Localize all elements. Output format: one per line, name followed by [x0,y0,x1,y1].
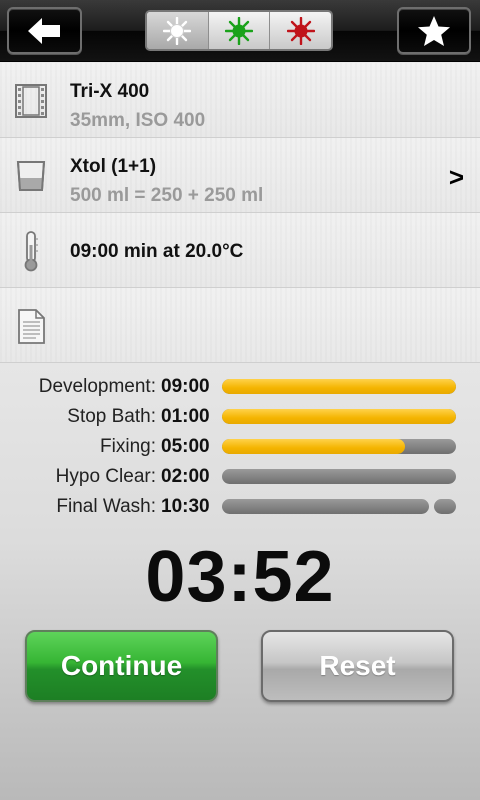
step-time: 05:00 [161,436,210,457]
step-progress-bar [222,469,456,484]
step-time: 10:30 [161,496,210,517]
thermometer-icon [24,231,38,272]
step-name: Final Wash: [56,496,156,517]
safelight-white-button[interactable] [147,12,209,49]
countdown-timer: 03:52 [145,537,335,617]
step-name: Fixing: [100,436,156,457]
step-final-wash: Final Wash: 10:30 [0,492,480,522]
safelight-red-button[interactable] [270,12,331,49]
recipe-details: Tri-X 400 35mm, ISO 400 Xtol (1+1) 500 m… [0,63,480,363]
step-progress-fill [222,379,456,394]
step-progress-bar [222,439,456,454]
developer-row[interactable]: Xtol (1+1) 500 ml = 250 + 250 ml > [0,138,480,213]
step-name: Stop Bath: [67,406,156,427]
step-time: 01:00 [161,406,210,427]
step-development: Development: 09:00 [0,372,480,402]
step-progress-bar [222,379,456,394]
film-row[interactable]: Tri-X 400 35mm, ISO 400 [0,63,480,138]
reset-button[interactable]: Reset [261,630,454,702]
film-icon [15,84,47,118]
step-progress-bar [222,409,456,424]
step-name: Hypo Clear: [55,466,156,487]
developer-detail-arrow[interactable]: > [449,162,464,193]
beaker-icon [16,161,46,191]
step-name: Development: [38,376,156,397]
step-time: 09:00 [161,376,210,397]
green-light-icon [225,16,253,45]
development-time-temp: 09:00 min at 20.0°C [70,241,244,262]
safelight-green-button[interactable] [209,12,271,49]
continue-button[interactable]: Continue [25,630,218,702]
back-button[interactable] [7,7,82,54]
arrow-left-icon [27,17,60,44]
temperature-row[interactable]: 09:00 min at 20.0°C [0,213,480,288]
step-progress-fill [222,439,405,454]
step-progress-bar [222,499,456,514]
favorite-button[interactable] [397,7,471,54]
white-light-icon [163,16,192,45]
film-name: Tri-X 400 [70,81,150,102]
developer-volume: 500 ml = 250 + 250 ml [70,185,264,206]
step-progress-segment [222,499,429,514]
star-icon [418,15,450,46]
film-format: 35mm, ISO 400 [70,110,206,131]
notes-row[interactable] [0,288,480,363]
step-stop-bath: Stop Bath: 01:00 [0,402,480,432]
top-toolbar [0,0,480,62]
safelight-selector[interactable] [145,10,333,51]
step-progress-fill [222,409,456,424]
step-hypo-clear: Hypo Clear: 02:00 [0,462,480,492]
step-progress-segment [434,499,456,514]
step-fixing: Fixing: 05:00 [0,432,480,462]
process-steps: Development: 09:00 Stop Bath: 01:00 Fixi… [0,372,480,522]
developer-name: Xtol (1+1) [70,156,157,177]
document-icon [18,309,45,344]
red-light-icon [286,16,315,45]
step-time: 02:00 [161,466,210,487]
